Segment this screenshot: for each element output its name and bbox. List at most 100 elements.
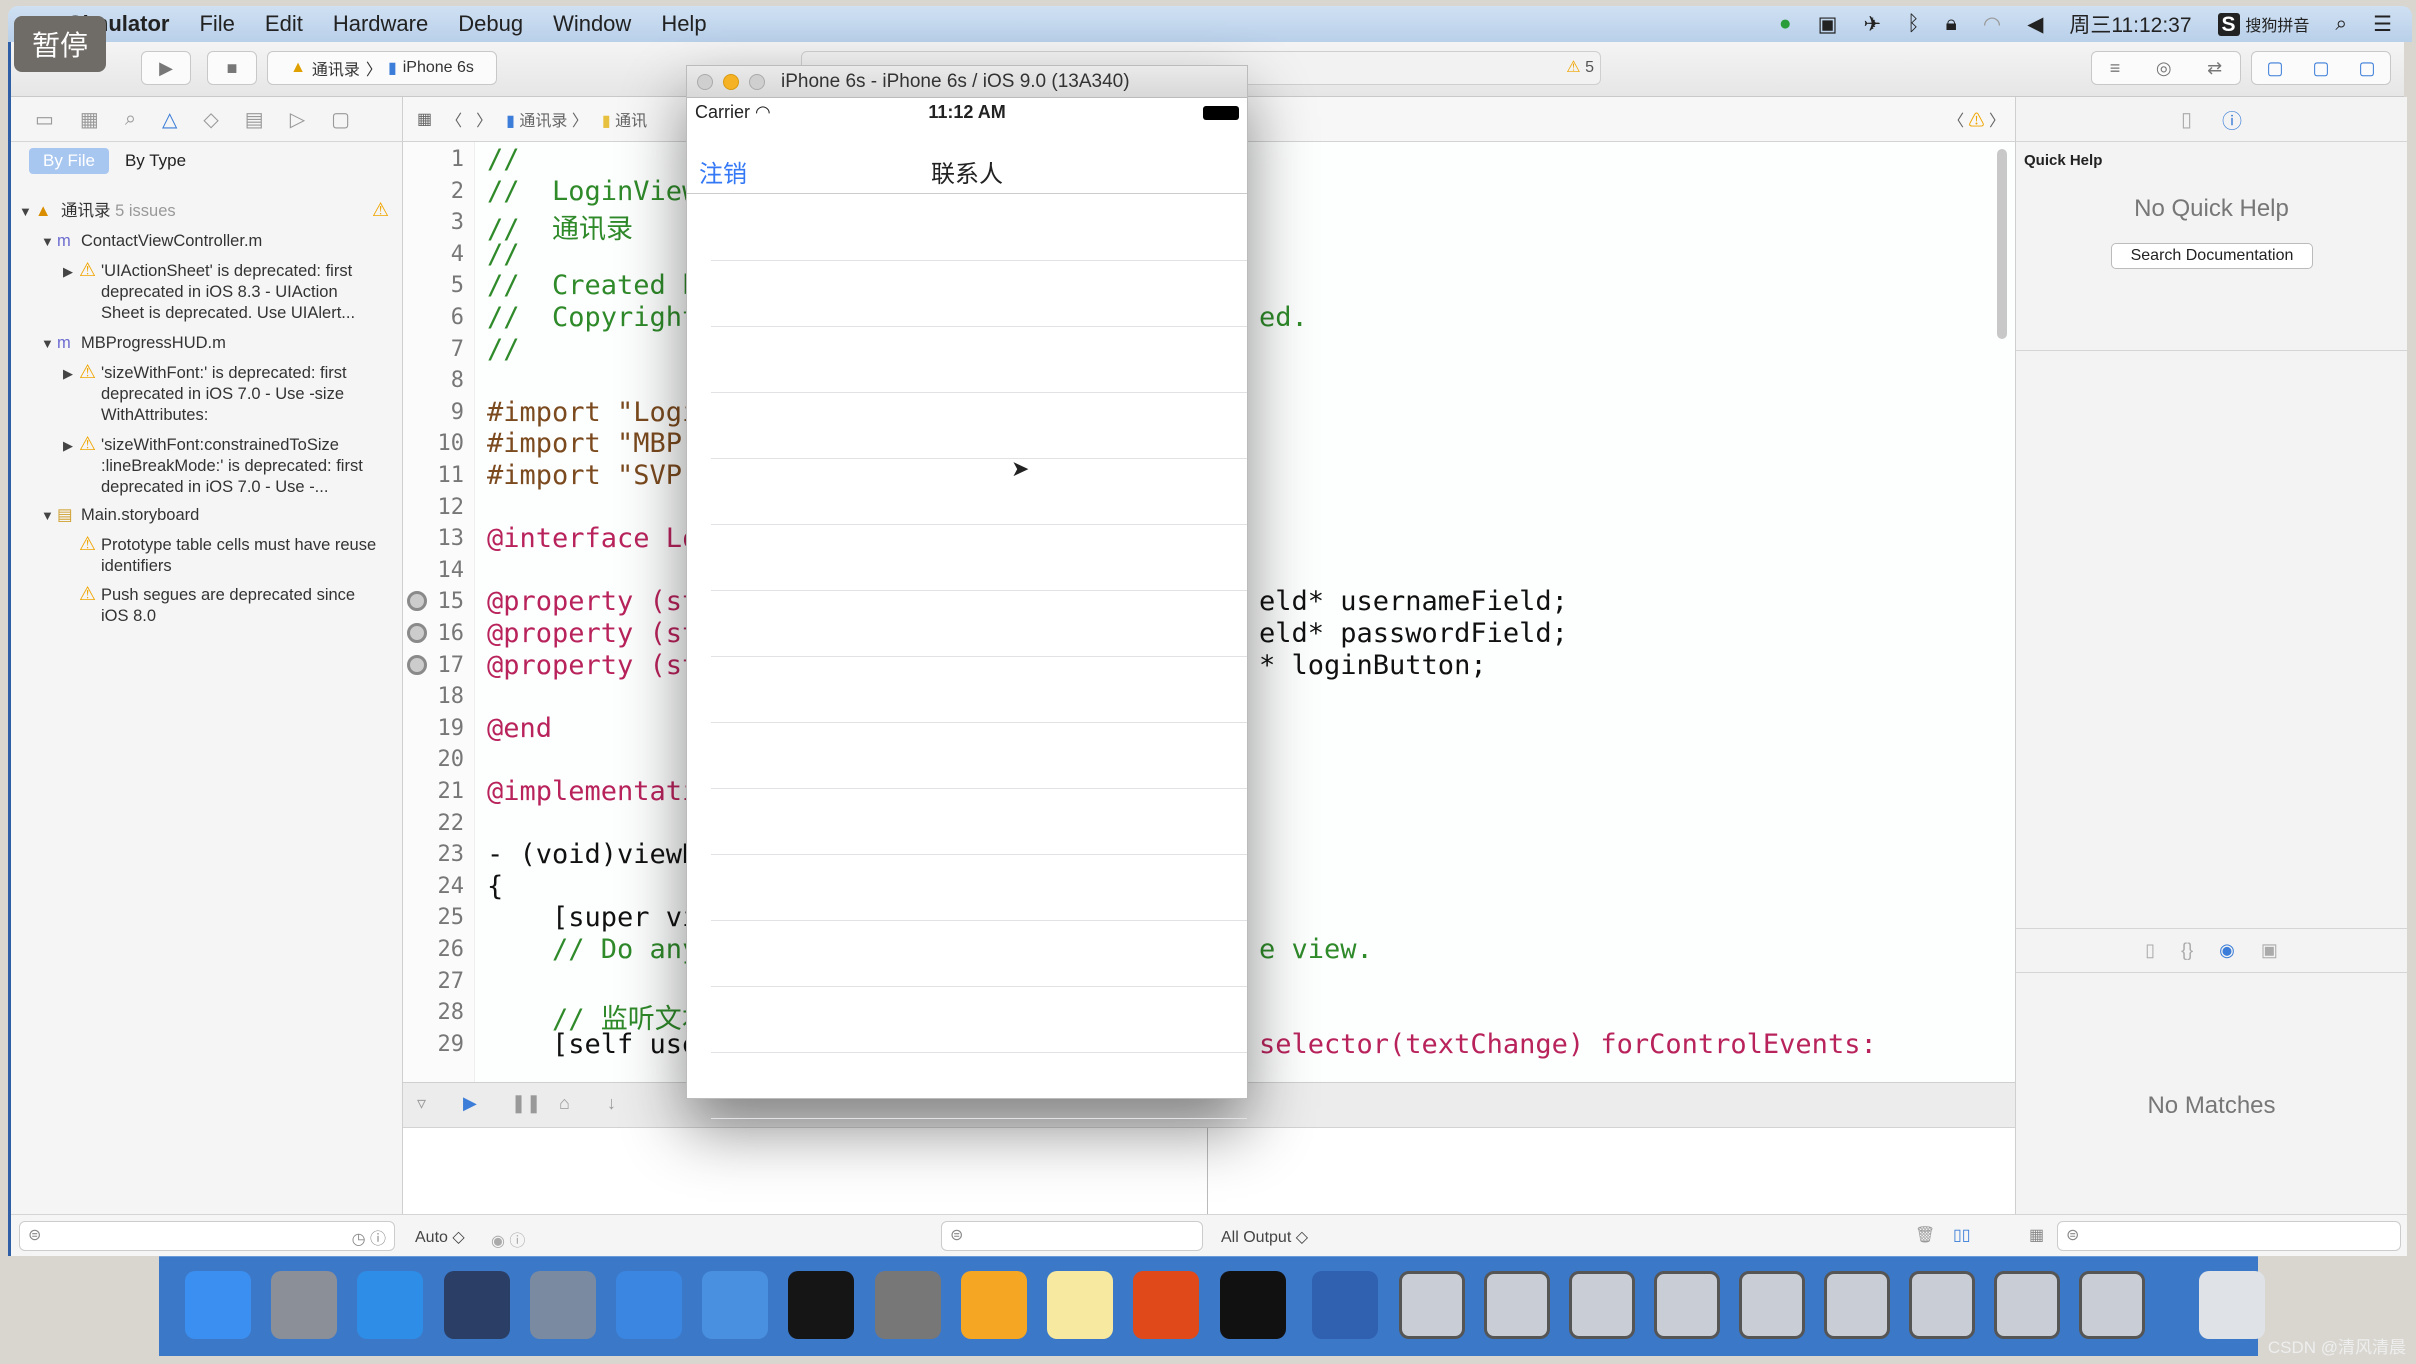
issue-row[interactable]: ▶ ⚠'sizeWithFont:constrainedToSize :lineB… — [63, 435, 393, 498]
terminal-icon[interactable] — [788, 1271, 855, 1339]
forward-icon[interactable]: 〉 — [476, 107, 492, 131]
minimized-window-icon[interactable] — [1654, 1271, 1720, 1339]
xcode-icon[interactable] — [616, 1271, 682, 1339]
zoom-button[interactable] — [749, 73, 765, 90]
pause-icon[interactable]: ❚❚ — [511, 1093, 541, 1114]
by-file-tab[interactable]: By File — [29, 148, 109, 174]
bluetooth-icon[interactable]: ᛒ — [1907, 12, 1920, 36]
issue-row[interactable]: ▶ ⚠'sizeWithFont:' is deprecated: first d… — [63, 363, 393, 426]
minimized-window-icon[interactable] — [1994, 1271, 2060, 1339]
menu-edit[interactable]: Edit — [265, 11, 303, 37]
minimized-window-icon[interactable] — [1399, 1271, 1465, 1339]
video-app-icon[interactable] — [529, 1271, 596, 1339]
console-output-select[interactable]: All Output ◇ — [1221, 1227, 1308, 1247]
by-type-tab[interactable]: By Type — [125, 151, 186, 171]
media-library-icon[interactable]: ▣ — [2261, 940, 2278, 961]
issue-row[interactable]: ⚠ Prototype table cells must have reuse i… — [63, 535, 393, 577]
editor-mode-group[interactable]: ≡ ◎ ⇄ — [2091, 51, 2241, 85]
minimized-window-icon[interactable] — [1909, 1271, 1975, 1339]
symbol-nav-icon[interactable]: ▦ — [80, 107, 99, 132]
outlet-connection-icon[interactable] — [407, 623, 427, 643]
instruments-icon[interactable] — [702, 1271, 769, 1339]
stop-button[interactable]: ■ — [207, 51, 257, 85]
presenter-icon[interactable] — [1133, 1271, 1200, 1339]
project-row[interactable]: ▼ ▲ 通讯录 5 issues ⚠ — [19, 201, 394, 222]
file-inspector-icon[interactable]: ▯ — [2181, 107, 2192, 132]
status-app-icon[interactable]: ● — [1779, 12, 1792, 36]
minimized-window-icon[interactable] — [1739, 1271, 1805, 1339]
debug-nav-icon[interactable]: ▤ — [245, 107, 264, 132]
ime-indicator[interactable]: S 搜狗拼音 — [2217, 12, 2309, 37]
file-template-icon[interactable]: ▯ — [2145, 940, 2155, 961]
related-items-icon[interactable]: ▦ — [417, 109, 432, 129]
quick-help-icon[interactable]: ⓘ — [2222, 105, 2242, 134]
menu-file[interactable]: File — [199, 11, 234, 37]
warning-count[interactable]: ⚠ 5 — [1566, 57, 1594, 77]
minimized-window-icon[interactable] — [1569, 1271, 1635, 1339]
variables-scope-select[interactable]: Auto ◇ — [415, 1227, 465, 1247]
spotlight-icon[interactable]: ⌕ — [2335, 12, 2347, 36]
object-library-icon[interactable]: ◉ — [2219, 940, 2235, 961]
notes-icon[interactable] — [1047, 1271, 1114, 1339]
system-preferences-icon[interactable] — [874, 1271, 941, 1339]
safari-icon[interactable] — [357, 1271, 424, 1339]
jumpbar-group[interactable]: ▮ 通讯 — [602, 107, 647, 131]
notification-center-icon[interactable]: ☰ — [2373, 12, 2392, 37]
trash-icon[interactable] — [2199, 1271, 2265, 1339]
close-button[interactable] — [697, 73, 713, 90]
trash-icon[interactable]: 🗑︎ — [1915, 1225, 1935, 1245]
editor-scrollbar[interactable] — [1997, 149, 2007, 339]
quicktime-icon[interactable] — [1312, 1271, 1379, 1339]
test-nav-icon[interactable]: ◇ — [203, 107, 218, 132]
find-nav-icon[interactable]: ⌕ — [125, 108, 136, 131]
project-nav-icon[interactable]: ▭ — [35, 107, 54, 132]
step-over-icon[interactable]: ⌂ — [559, 1093, 570, 1114]
airplane-icon[interactable]: ✈ — [1863, 12, 1881, 37]
scheme-selector[interactable]: ▲ 通讯录〉 ▮ iPhone 6s — [267, 51, 497, 85]
minimized-window-icon[interactable] — [1484, 1271, 1550, 1339]
split-view-icon[interactable]: ▯▯ — [1953, 1225, 1971, 1245]
minimize-button[interactable] — [723, 73, 739, 90]
issue-row[interactable]: ⚠ Push segues are deprecated since iOS 8.… — [63, 585, 393, 627]
menu-window[interactable]: Window — [553, 11, 631, 37]
wifi-icon[interactable]: ◠ — [1983, 12, 2001, 37]
outlet-connection-icon[interactable] — [407, 654, 427, 675]
launchpad-icon[interactable] — [271, 1271, 338, 1339]
file-row[interactable]: ▼ m ContactViewController.m — [41, 231, 262, 252]
sketch-icon[interactable] — [960, 1271, 1027, 1339]
jumpbar-project[interactable]: ▮ 通讯录 〉 — [506, 107, 588, 131]
quick-look-icon[interactable]: ◉ ⓘ — [491, 1227, 525, 1251]
mouse-app-icon[interactable] — [443, 1271, 510, 1339]
outlet-connection-icon[interactable] — [407, 591, 427, 612]
minimized-window-icon[interactable] — [2079, 1271, 2145, 1339]
grid-view-icon[interactable]: ▦ — [2029, 1225, 2044, 1245]
issue-row[interactable]: ▶ ⚠ 'UIActionSheet' is deprecated: first d… — [63, 261, 393, 324]
step-in-icon[interactable]: ↓ — [607, 1093, 616, 1114]
view-toggle-group[interactable]: ▢ ▢ ▢ — [2251, 51, 2391, 85]
code-snippet-icon[interactable]: {} — [2181, 940, 2193, 961]
hide-debug-icon[interactable]: ▿ — [417, 1093, 426, 1114]
breakpoint-nav-icon[interactable]: ▷ — [290, 107, 305, 132]
menu-hardware[interactable]: Hardware — [333, 11, 428, 37]
run-button[interactable]: ▶ — [141, 51, 191, 85]
library-filter[interactable]: ⊜ — [2057, 1221, 2401, 1251]
issue-nav-icon[interactable]: △ — [162, 107, 177, 132]
report-nav-icon[interactable]: ▢ — [331, 107, 350, 132]
volume-icon[interactable]: ◀ — [2027, 12, 2043, 37]
navigator-filter[interactable]: ⊜ ◷ ⓘ — [19, 1221, 395, 1251]
lock-icon[interactable]: 🔒︎ — [1946, 12, 1957, 36]
menu-debug[interactable]: Debug — [458, 11, 523, 37]
menu-help[interactable]: Help — [661, 11, 706, 37]
clock[interactable]: 周三11:12:37 — [2069, 9, 2191, 39]
file-row[interactable]: ▼ ▤ Main.storyboard — [41, 505, 199, 526]
back-icon[interactable]: 〈 — [446, 107, 462, 131]
finder-icon[interactable] — [184, 1271, 251, 1339]
search-documentation-button[interactable]: Search Documentation — [2111, 243, 2313, 269]
minimized-window-icon[interactable] — [1824, 1271, 1890, 1339]
issue-stepper[interactable]: 〈 ⚠ 〉 — [1948, 107, 2005, 131]
file-row[interactable]: ▼ m MBProgressHUD.m — [41, 333, 226, 354]
camera-icon[interactable]: ▣ — [1818, 12, 1838, 37]
console-icon[interactable] — [1219, 1271, 1286, 1339]
variables-filter[interactable]: ⊜ — [941, 1221, 1203, 1251]
breakpoints-toggle-icon[interactable]: ▶ — [463, 1093, 477, 1114]
